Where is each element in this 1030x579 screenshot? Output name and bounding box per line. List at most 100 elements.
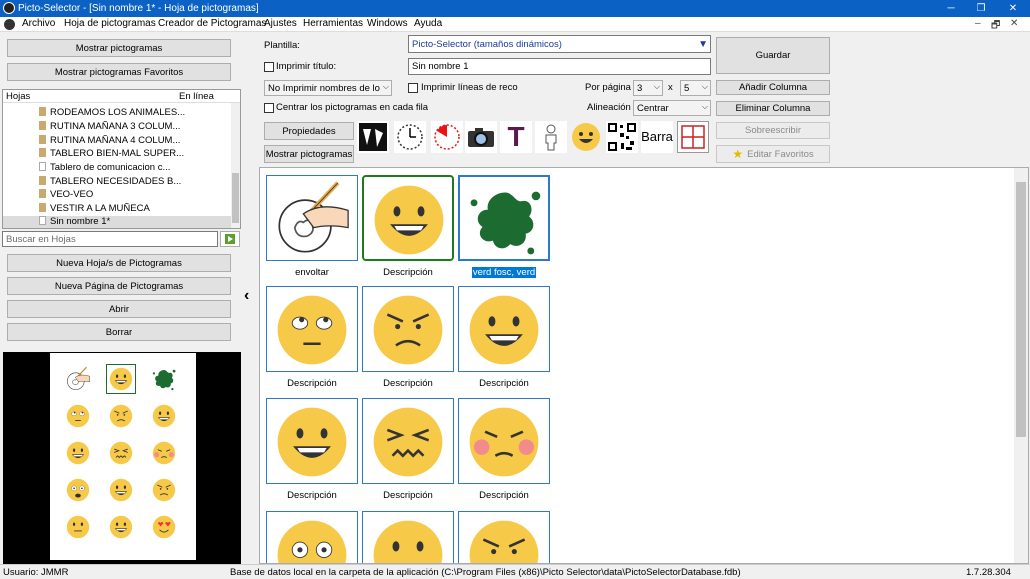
- show-pictos-button[interactable]: Mostrar pictogramas: [7, 39, 231, 57]
- mdi-restore-icon[interactable]: 🗗: [991, 18, 1000, 35]
- title-bar[interactable]: Picto-Selector - [Sin nombre 1* - Hoja d…: [0, 0, 1030, 17]
- tree-scrollbar[interactable]: [231, 103, 240, 228]
- camera-icon[interactable]: [465, 121, 497, 153]
- clock-icon[interactable]: [394, 121, 426, 153]
- camera-svg: [468, 128, 494, 147]
- go-arrow-icon: [225, 234, 235, 244]
- tree-item-label: RUTINA MAÑANA 4 COLUM...: [50, 135, 181, 146]
- pictogram-cell[interactable]: [458, 175, 550, 261]
- grid-scrollbar[interactable]: [1014, 168, 1028, 563]
- menu-herramientas[interactable]: Herramientas: [303, 18, 363, 29]
- new-page-button[interactable]: Nueva Página de Pictogramas: [7, 277, 231, 295]
- pictogram-cell[interactable]: [362, 511, 454, 563]
- preview-thumbnail: [107, 513, 135, 541]
- collapse-panel-icon[interactable]: ‹: [244, 287, 249, 305]
- timer-svg: [434, 124, 460, 150]
- tree-item[interactable]: Tablero de comunicacion c...: [3, 162, 232, 175]
- tree-item[interactable]: RODEAMOS LOS ANIMALES...: [3, 107, 232, 120]
- close-button[interactable]: ✕: [998, 0, 1028, 17]
- pictogram-cell[interactable]: [458, 398, 550, 484]
- tree-item-label: VEO-VEO: [50, 189, 94, 200]
- properties-button[interactable]: Propiedades: [264, 122, 354, 140]
- emoji-icon[interactable]: [570, 121, 602, 153]
- pictogram-cell[interactable]: [266, 286, 358, 372]
- pictogram-cell[interactable]: [458, 511, 550, 563]
- search-sheets-input[interactable]: Buscar en Hojas: [2, 231, 218, 247]
- template-value: Picto-Selector (tamaños dinámicos): [412, 38, 562, 50]
- alignment-select[interactable]: Centrar ⌵: [633, 100, 711, 116]
- alignment-label: Alineación: [587, 102, 631, 113]
- pictogram-cell[interactable]: [362, 175, 454, 261]
- chevron-down-icon: ⌵: [653, 82, 660, 91]
- tree-item[interactable]: TABLERO BIEN-MAL SUPER...: [3, 148, 232, 161]
- menu-creador[interactable]: Creador de Pictogramas: [158, 18, 266, 29]
- pictogram-cell[interactable]: [266, 398, 358, 484]
- menu-windows[interactable]: Windows: [367, 18, 408, 29]
- pictogram-label-text: Descripción: [479, 378, 529, 389]
- template-select[interactable]: Picto-Selector (tamaños dinámicos) ▼: [408, 35, 711, 53]
- tree-item[interactable]: RUTINA MAÑANA 3 COLUM...: [3, 121, 232, 134]
- menu-archivo[interactable]: Archivo: [22, 18, 55, 29]
- new-sheet-button[interactable]: Nueva Hoja/s de Pictogramas: [7, 254, 231, 272]
- tree-scroll-thumb[interactable]: [232, 173, 239, 223]
- print-title-checkbox[interactable]: [264, 62, 274, 72]
- sheet-icon: [39, 107, 46, 116]
- tree-item[interactable]: VESTIR A LA MUÑECA: [3, 203, 232, 216]
- pictogram-label-text: Descripción: [383, 378, 433, 389]
- bar-tool-icon[interactable]: Barra: [641, 121, 673, 153]
- grid-svg: [681, 125, 705, 149]
- text-tool-icon[interactable]: T: [500, 121, 532, 153]
- qr-code-icon[interactable]: [606, 121, 638, 153]
- tree-item-selected[interactable]: Sin nombre 1*: [3, 216, 232, 228]
- mdi-close-icon[interactable]: ✕: [1010, 18, 1018, 29]
- pictogram-cell[interactable]: [458, 286, 550, 372]
- pictogram-cell[interactable]: [266, 511, 358, 563]
- sheet-icon: [39, 203, 46, 212]
- edit-favorites-button[interactable]: ★ Editar Favoritos: [716, 145, 830, 163]
- menu-ajustes[interactable]: Ajustes: [264, 18, 297, 29]
- grid-tool-icon[interactable]: [677, 121, 709, 153]
- minimize-button[interactable]: ─: [936, 0, 966, 17]
- pictogram-label[interactable]: verd fosc, verd: [449, 267, 559, 278]
- menu-ayuda[interactable]: Ayuda: [414, 18, 442, 29]
- preview-thumbnail: [107, 476, 135, 504]
- preview-thumbnail: [64, 513, 92, 541]
- maximize-button[interactable]: ❐: [966, 0, 996, 17]
- tree-header: Hojas En línea: [3, 90, 240, 103]
- title-input[interactable]: Sin nombre 1: [408, 58, 711, 75]
- save-button[interactable]: Guardar: [716, 37, 830, 74]
- timer-icon[interactable]: [431, 121, 463, 153]
- pictogram-label: envoltar: [260, 267, 367, 278]
- names-select[interactable]: No Imprimir nombres de lo ⌵: [264, 80, 392, 96]
- per-page-cols-select[interactable]: 3 ⌵: [633, 80, 663, 96]
- center-pictos-checkbox[interactable]: [264, 103, 274, 113]
- delete-button[interactable]: Borrar: [7, 323, 231, 341]
- per-page-rows-select[interactable]: 5 ⌵: [680, 80, 711, 96]
- mdi-minimize-icon[interactable]: –: [975, 18, 981, 29]
- pictogram-cell[interactable]: [362, 398, 454, 484]
- show-pictos-button-2[interactable]: Mostrar pictogramas: [264, 145, 354, 163]
- picto-font-icon[interactable]: [357, 121, 389, 153]
- pictogram-cell[interactable]: [362, 286, 454, 372]
- tree-item[interactable]: RUTINA MAÑANA 4 COLUM...: [3, 135, 232, 148]
- open-button[interactable]: Abrir: [7, 300, 231, 318]
- emoji-face-icon: [366, 177, 452, 259]
- search-go-button[interactable]: [220, 231, 240, 247]
- tree-item[interactable]: TABLERO NECESIDADES B...: [3, 176, 232, 189]
- drawing-hand-icon: [269, 176, 355, 260]
- tree-item[interactable]: VEO-VEO: [3, 189, 232, 202]
- remove-column-button[interactable]: Eliminar Columna: [716, 101, 830, 116]
- page-preview: [3, 352, 241, 564]
- add-column-button[interactable]: Añadir Columna: [716, 80, 830, 95]
- grid-scroll-thumb[interactable]: [1016, 182, 1026, 437]
- show-favorites-button[interactable]: Mostrar pictogramas Favoritos: [7, 63, 231, 81]
- person-icon[interactable]: [535, 121, 567, 153]
- pictogram-grid[interactable]: envoltar Descripción verd fosc, verd Descri…: [259, 167, 1029, 564]
- person-svg: [545, 124, 557, 151]
- print-lines-checkbox[interactable]: [408, 83, 418, 93]
- preview-thumbnail: [107, 402, 135, 430]
- sheets-tree[interactable]: Hojas En línea RODEAMOS LOS ANIMALES... …: [2, 89, 241, 229]
- menu-hoja[interactable]: Hoja de pictogramas: [64, 18, 156, 29]
- pictogram-cell[interactable]: [266, 175, 358, 261]
- overwrite-button[interactable]: Sobreescribir: [716, 122, 830, 139]
